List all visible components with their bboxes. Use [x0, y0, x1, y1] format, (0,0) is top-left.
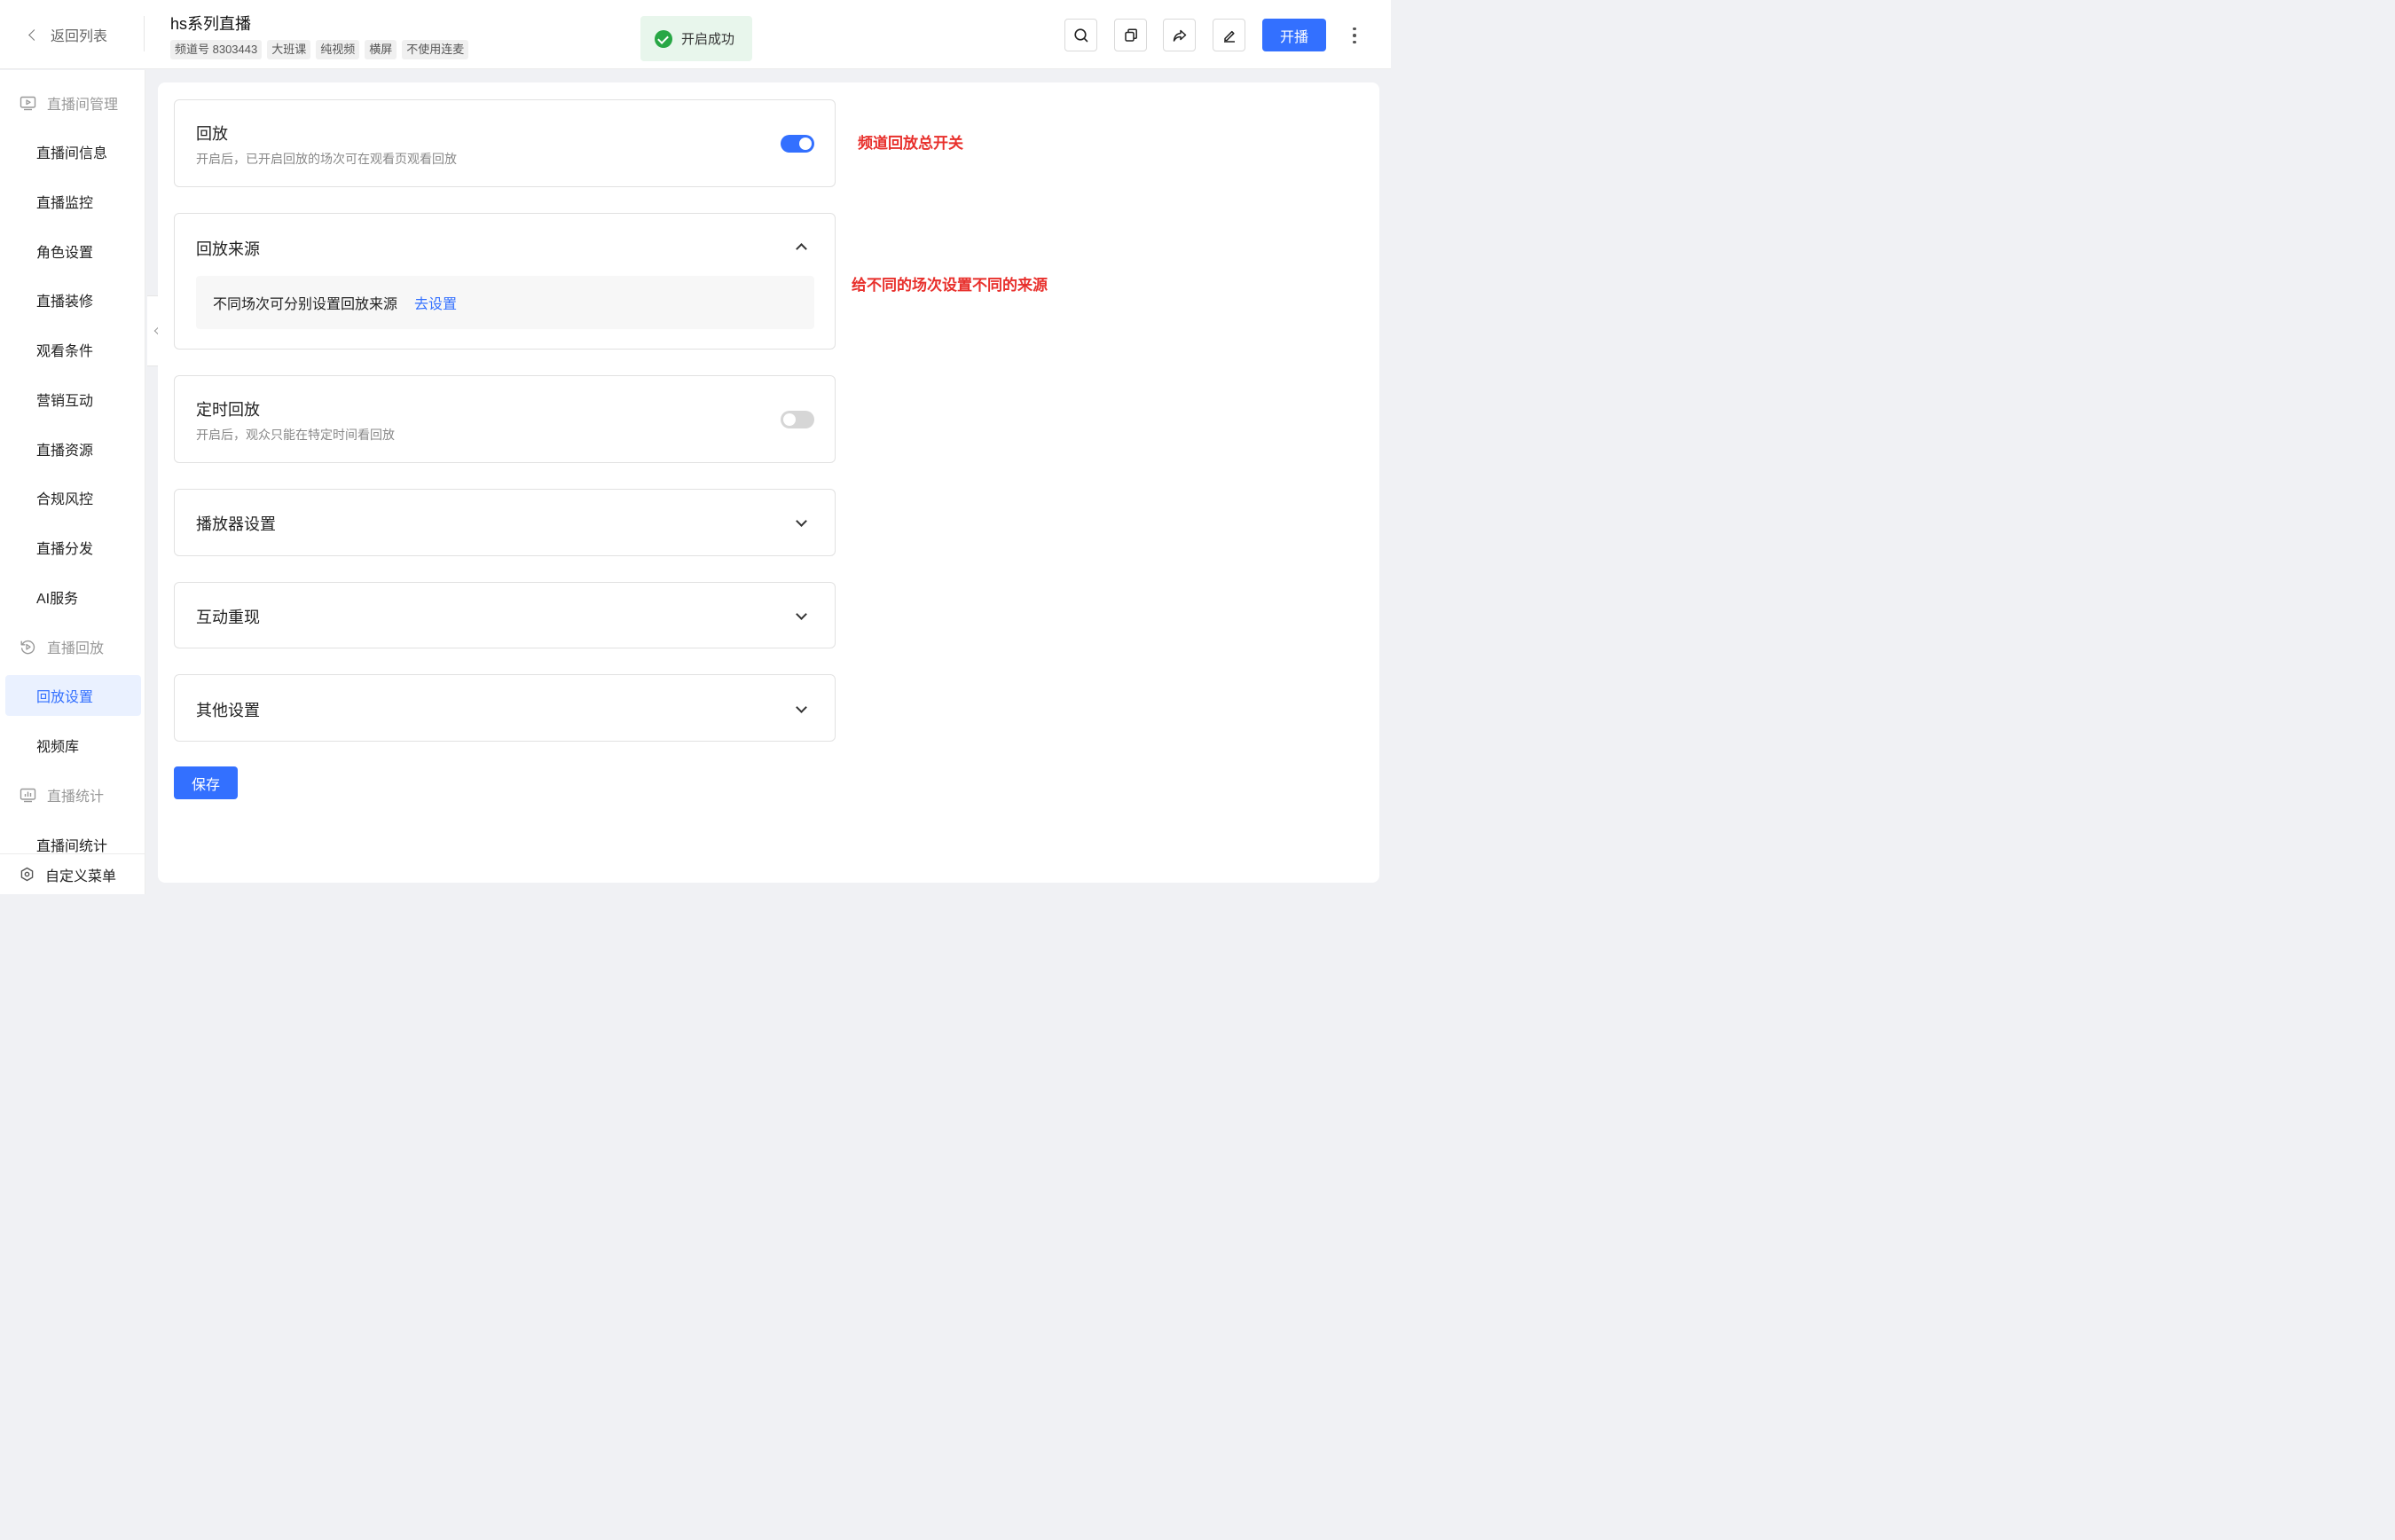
more-dot-icon	[1353, 27, 1356, 31]
sidebar-group-stats: 直播统计	[20, 784, 104, 805]
sidebar-item-watch-conditions[interactable]: 观看条件	[5, 329, 141, 370]
timed-replay-card: 定时回放 开启后，观众只能在特定时间看回放	[174, 375, 836, 463]
chevron-down-icon	[795, 608, 807, 620]
sidebar-item-monitor[interactable]: 直播监控	[5, 181, 141, 222]
check-circle-icon	[655, 29, 672, 48]
replay-source-hint: 不同场次可分别设置回放来源 去设置	[196, 276, 814, 329]
chevron-down-icon	[795, 701, 807, 713]
pencil-icon	[1223, 30, 1235, 43]
timed-replay-desc: 开启后，观众只能在特定时间看回放	[196, 428, 395, 442]
tag-mic-mode: 不使用连麦	[402, 40, 469, 59]
toast-message: 开启成功	[681, 32, 735, 47]
copy-icon	[1124, 28, 1137, 42]
interaction-replay-card[interactable]: 互动重现	[174, 582, 836, 648]
search-icon	[1073, 28, 1088, 42]
replay-source-card: 回放来源 不同场次可分别设置回放来源 去设置	[174, 213, 836, 350]
replay-icon	[20, 640, 35, 654]
other-settings-title: 其他设置	[196, 702, 260, 719]
toggle-knob	[799, 138, 812, 150]
sidebar-item-decoration[interactable]: 直播装修	[5, 279, 141, 320]
other-settings-card[interactable]: 其他设置	[174, 674, 836, 742]
more-dot-icon	[1353, 40, 1356, 44]
tag-video-type: 纯视频	[316, 40, 360, 59]
share-button[interactable]	[1163, 19, 1196, 51]
back-label: 返回列表	[51, 29, 108, 44]
header-divider	[144, 16, 145, 51]
player-settings-title: 播放器设置	[196, 515, 276, 533]
settings-icon	[20, 867, 34, 882]
sidebar-group-live-manage: 直播间管理	[20, 92, 118, 114]
more-dot-icon	[1353, 34, 1356, 37]
start-live-button[interactable]: 开播	[1262, 19, 1326, 51]
chevron-up-icon	[795, 243, 807, 255]
copy-button[interactable]	[1114, 19, 1147, 51]
expand-section-button[interactable]	[793, 515, 809, 530]
interaction-replay-title: 互动重现	[196, 609, 260, 626]
sidebar-item-marketing[interactable]: 营销互动	[5, 379, 141, 420]
back-to-list-button[interactable]: 返回列表	[27, 23, 107, 46]
success-toast: 开启成功	[640, 16, 752, 61]
annotation-replay-switch: 频道回放总开关	[858, 135, 963, 152]
replay-card: 回放 开启后，已开启回放的场次可在观看页观看回放	[174, 99, 836, 187]
replay-desc: 开启后，已开启回放的场次可在观看页观看回放	[196, 152, 457, 166]
replay-title: 回放	[196, 125, 228, 143]
chevron-down-icon	[795, 515, 807, 527]
annotation-replay-source: 给不同的场次设置不同的来源	[852, 277, 1048, 294]
timed-replay-toggle[interactable]	[781, 411, 814, 428]
toggle-knob	[783, 413, 796, 426]
replay-toggle[interactable]	[781, 135, 814, 153]
sidebar-item-video-library[interactable]: 视频库	[5, 725, 141, 766]
more-menu-button[interactable]	[1347, 23, 1362, 48]
edit-button[interactable]	[1213, 19, 1245, 51]
go-settings-link[interactable]: 去设置	[414, 292, 457, 313]
sidebar-group-replay: 直播回放	[20, 636, 104, 657]
sidebar-group-label: 直播间管理	[47, 98, 119, 113]
collapse-section-button[interactable]	[793, 239, 809, 255]
replay-source-text: 不同场次可分别设置回放来源	[213, 297, 398, 312]
tag-channel-id: 频道号 8303443	[170, 40, 263, 59]
sidebar-item-roles[interactable]: 角色设置	[5, 231, 141, 271]
sidebar-item-compliance[interactable]: 合规风控	[5, 477, 141, 518]
share-icon	[1173, 29, 1186, 42]
sidebar: 直播间管理 直播间信息 直播监控 角色设置 直播装修 观看条件 营销互动 直播资…	[0, 70, 145, 894]
bar-chart-icon	[20, 788, 36, 802]
expand-section-button[interactable]	[793, 701, 809, 717]
player-settings-card[interactable]: 播放器设置	[174, 489, 836, 556]
sidebar-group-label: 直播统计	[47, 790, 105, 805]
custom-menu-label: 自定义菜单	[45, 868, 117, 884]
sidebar-group-label: 直播回放	[47, 641, 105, 656]
channel-tags: 频道号 8303443 大班课 纯视频 横屏 不使用连麦	[170, 40, 469, 59]
top-header: 返回列表 hs系列直播 频道号 8303443 大班课 纯视频 横屏 不使用连麦…	[0, 0, 1391, 69]
tag-class-type: 大班课	[267, 40, 311, 59]
replay-source-title: 回放来源	[196, 240, 260, 258]
sidebar-item-replay-settings[interactable]: 回放设置	[5, 675, 141, 716]
page-title: hs系列直播	[170, 15, 252, 33]
monitor-play-icon	[20, 96, 36, 110]
chevron-left-icon	[28, 28, 40, 41]
search-button[interactable]	[1064, 19, 1097, 51]
save-button[interactable]: 保存	[174, 766, 238, 799]
sidebar-item-ai-service[interactable]: AI服务	[5, 577, 141, 617]
sidebar-item-resources[interactable]: 直播资源	[5, 428, 141, 469]
sidebar-item-room-info[interactable]: 直播间信息	[5, 131, 141, 172]
sidebar-item-distribution[interactable]: 直播分发	[5, 527, 141, 568]
timed-replay-title: 定时回放	[196, 401, 260, 419]
tag-orientation: 横屏	[365, 40, 397, 59]
custom-menu-button[interactable]: 自定义菜单	[0, 853, 145, 894]
expand-section-button[interactable]	[793, 608, 809, 624]
main-panel	[158, 82, 1379, 883]
